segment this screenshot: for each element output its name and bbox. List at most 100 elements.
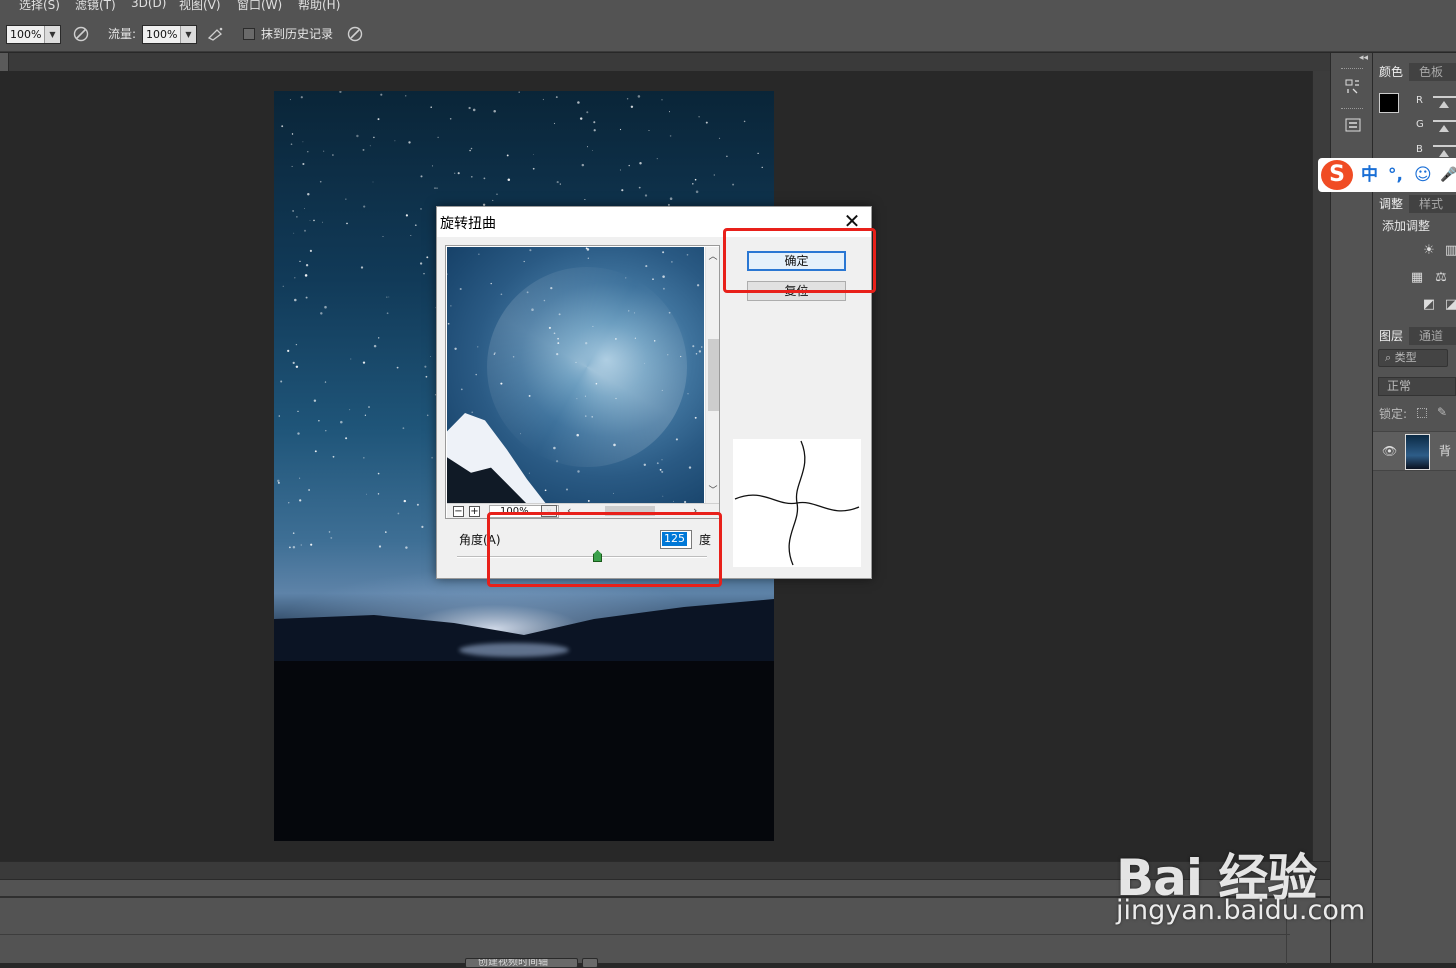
- chevron-down-icon[interactable]: ▼: [180, 26, 196, 43]
- tab-color[interactable]: 颜色: [1373, 63, 1410, 81]
- scroll-down-icon[interactable]: ﹀: [707, 485, 719, 497]
- timeline-mode-dropdown[interactable]: [582, 958, 598, 968]
- star: [628, 164, 630, 167]
- star: [531, 308, 534, 311]
- blend-mode-select[interactable]: 正常: [1378, 377, 1456, 396]
- red-slider-thumb[interactable]: [1439, 101, 1449, 108]
- star: [468, 106, 471, 110]
- star: [512, 355, 515, 358]
- star: [621, 189, 624, 192]
- flow-value: 100%: [146, 28, 178, 41]
- star: [419, 262, 423, 265]
- star: [661, 389, 663, 391]
- star: [380, 93, 383, 96]
- history-panel-icon[interactable]: [1343, 77, 1363, 97]
- star: [414, 224, 417, 227]
- blue-slider-track[interactable]: [1433, 145, 1456, 147]
- star: [669, 111, 670, 113]
- ime-toolbar[interactable]: S 中 °, ☺ 🎤: [1318, 158, 1456, 192]
- gradient-map-icon[interactable]: ◪: [1443, 297, 1456, 313]
- menu-filter[interactable]: 滤镜(T): [75, 0, 116, 13]
- tab-styles[interactable]: 样式: [1413, 195, 1450, 213]
- star: [282, 285, 284, 287]
- exposure-icon[interactable]: ▦: [1409, 270, 1425, 286]
- star: [366, 493, 368, 495]
- flow-combo[interactable]: 100% ▼: [142, 25, 197, 44]
- star: [378, 545, 382, 548]
- layer-kind-filter[interactable]: ⌕ 类型: [1378, 349, 1448, 367]
- history-checkbox[interactable]: [243, 28, 255, 40]
- panel-grip[interactable]: [1341, 68, 1363, 71]
- scroll-up-icon[interactable]: ︿: [707, 251, 719, 263]
- star: [680, 355, 682, 358]
- forest-silhouette: [274, 661, 774, 841]
- dialog-title: 旋转扭曲: [440, 216, 496, 232]
- star: [692, 183, 694, 185]
- star: [694, 416, 697, 419]
- tab-channels[interactable]: 通道: [1413, 327, 1450, 345]
- star: [363, 205, 366, 208]
- menu-3d[interactable]: 3D(D): [131, 0, 166, 10]
- menu-select[interactable]: 选择(S): [19, 0, 60, 13]
- star: [305, 296, 308, 299]
- star: [408, 141, 411, 144]
- eye-icon[interactable]: 👁: [1382, 444, 1397, 458]
- zoom-out-button[interactable]: −: [453, 506, 464, 517]
- tab-adjustments[interactable]: 调整: [1373, 195, 1410, 213]
- red-slider-track[interactable]: [1433, 96, 1456, 98]
- twirl-graphic-icon: [733, 439, 861, 567]
- star: [447, 273, 448, 275]
- lock-transparent-icon[interactable]: [1417, 408, 1427, 418]
- blue-slider-thumb[interactable]: [1439, 150, 1449, 157]
- star: [579, 117, 583, 120]
- flow-label: 流量:: [108, 27, 137, 41]
- brightness-icon[interactable]: ☀: [1421, 243, 1437, 259]
- star: [300, 96, 303, 99]
- collapse-icon[interactable]: ◂◂: [1359, 53, 1368, 63]
- menu-help[interactable]: 帮助(H): [298, 0, 340, 13]
- star: [550, 286, 553, 290]
- preview-vscroll-thumb[interactable]: [708, 339, 719, 411]
- create-video-timeline-button[interactable]: 创建视频时间轴: [465, 958, 578, 968]
- ime-punctuation[interactable]: °,: [1388, 164, 1403, 186]
- menu-window[interactable]: 窗口(W): [237, 0, 282, 13]
- opacity-combo[interactable]: 100% ▼: [6, 25, 61, 44]
- star: [386, 312, 389, 315]
- star: [668, 311, 671, 314]
- star: [586, 248, 590, 251]
- tab-swatches[interactable]: 色板: [1413, 63, 1450, 81]
- panel-grip[interactable]: [1341, 108, 1363, 111]
- star: [634, 337, 636, 339]
- zoom-in-button[interactable]: +: [469, 506, 480, 517]
- properties-panel-icon[interactable]: [1343, 116, 1363, 136]
- layer-row[interactable]: 👁 背: [1373, 431, 1456, 471]
- sogou-logo-icon[interactable]: S: [1321, 160, 1353, 190]
- star: [313, 399, 317, 402]
- chevron-down-icon[interactable]: ▼: [44, 26, 60, 43]
- foreground-color-swatch[interactable]: [1379, 93, 1399, 113]
- filter-preview[interactable]: [447, 247, 704, 503]
- star: [494, 352, 496, 354]
- star: [324, 305, 327, 309]
- lock-paint-icon[interactable]: ✎: [1437, 405, 1447, 419]
- ime-mode[interactable]: 中: [1361, 164, 1378, 186]
- menu-view[interactable]: 视图(V): [179, 0, 221, 13]
- pressure-opacity-icon[interactable]: [72, 25, 90, 43]
- star: [322, 221, 323, 223]
- preview-vertical-scrollbar[interactable]: ︿ ﹀: [705, 247, 719, 503]
- levels-icon[interactable]: ▥: [1443, 243, 1456, 259]
- star: [373, 136, 375, 139]
- tab-layers[interactable]: 图层: [1373, 327, 1410, 345]
- photo-filter-icon[interactable]: ◩: [1421, 297, 1437, 313]
- star: [630, 105, 634, 109]
- balance-icon[interactable]: ⚖: [1433, 270, 1449, 286]
- star: [313, 219, 315, 222]
- microphone-icon[interactable]: 🎤: [1440, 164, 1456, 186]
- green-slider-thumb[interactable]: [1439, 125, 1449, 132]
- pressure-size-icon[interactable]: [346, 25, 364, 43]
- emoji-icon[interactable]: ☺: [1414, 164, 1432, 186]
- document-tab[interactable]: [0, 53, 9, 71]
- star: [471, 411, 473, 413]
- airbrush-icon[interactable]: [207, 25, 225, 43]
- green-slider-track[interactable]: [1433, 120, 1456, 122]
